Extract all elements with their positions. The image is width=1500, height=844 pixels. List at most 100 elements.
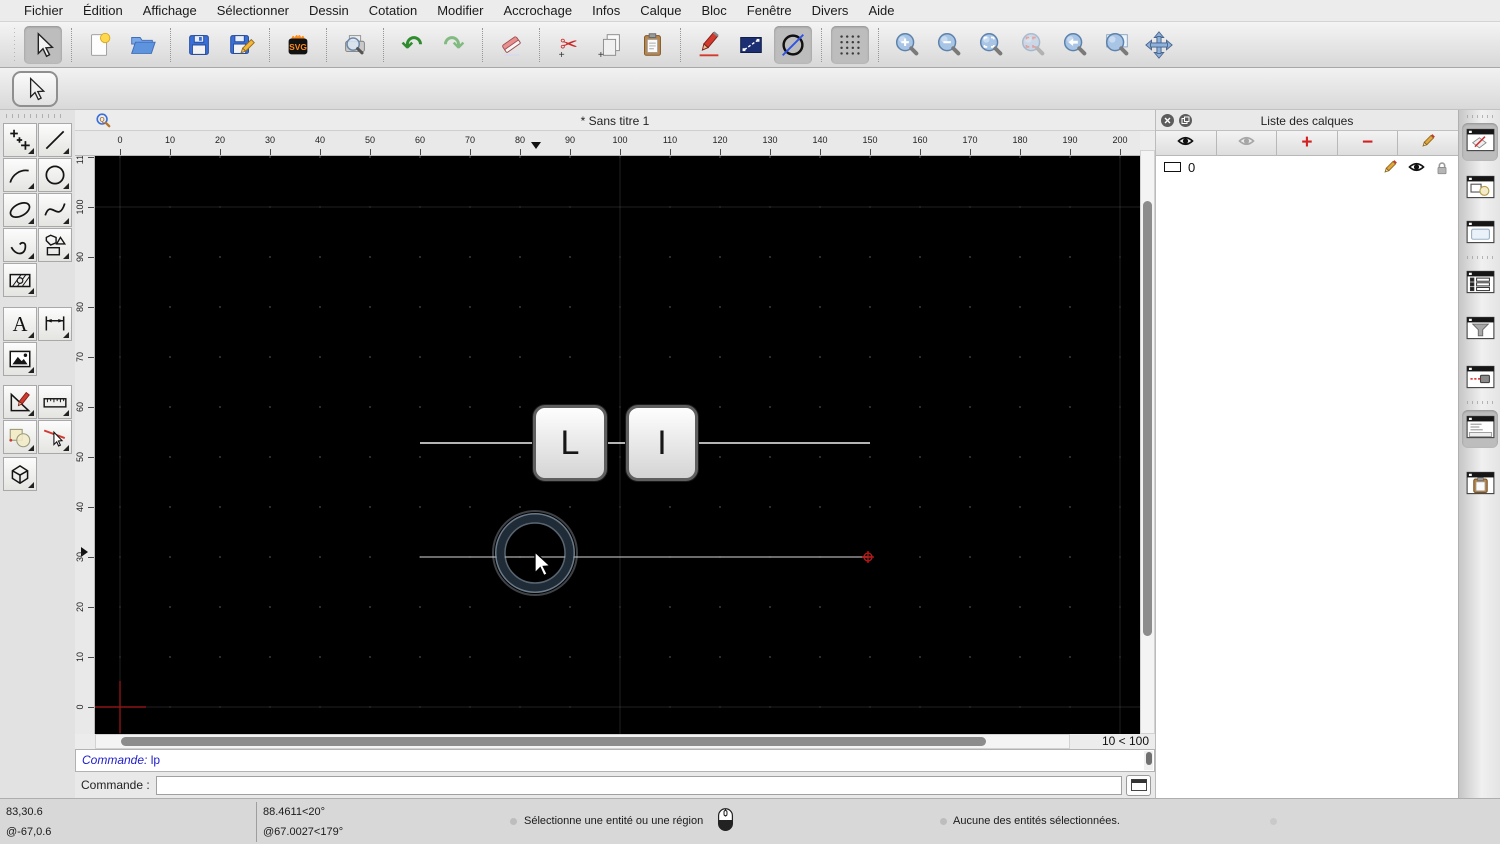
open-file-button[interactable] bbox=[123, 26, 161, 64]
horizontal-scrollbar-thumb[interactable] bbox=[121, 737, 986, 746]
spline-tool-button[interactable] bbox=[38, 193, 72, 227]
menu-modifier[interactable]: Modifier bbox=[427, 3, 493, 18]
dimension-tool-button[interactable] bbox=[38, 307, 72, 341]
command-history-scrollbar[interactable] bbox=[1144, 751, 1153, 770]
vertical-scrollbar-thumb[interactable] bbox=[1143, 201, 1152, 636]
snap-select-tool-button[interactable] bbox=[38, 420, 72, 454]
ruler-label: 60 bbox=[75, 402, 85, 413]
points-tool-button[interactable] bbox=[3, 123, 37, 157]
svg-export-button[interactable]: SVG bbox=[279, 26, 317, 64]
menu-affichage[interactable]: Affichage bbox=[133, 3, 207, 18]
menu-bloc[interactable]: Bloc bbox=[691, 3, 736, 18]
misc-draw-tool-button[interactable] bbox=[3, 385, 37, 419]
layer-row[interactable]: 0 bbox=[1156, 156, 1458, 178]
menu-fenetre[interactable]: Fenêtre bbox=[737, 3, 802, 18]
ruler-tick bbox=[88, 357, 94, 358]
ruler-tick bbox=[88, 657, 94, 658]
eraser-button[interactable] bbox=[492, 26, 530, 64]
ruler-tick bbox=[88, 157, 94, 158]
zoom-auto-button[interactable] bbox=[972, 26, 1010, 64]
layer-lock-icon[interactable] bbox=[1434, 160, 1450, 175]
modify-tool-button[interactable] bbox=[3, 420, 37, 454]
dock-drag-handle[interactable] bbox=[1467, 115, 1493, 118]
block-list-toggle-button[interactable] bbox=[1462, 170, 1498, 208]
zoom-selection-button[interactable] bbox=[1014, 26, 1052, 64]
line-box-button[interactable] bbox=[732, 26, 770, 64]
library-browser-toggle-button[interactable] bbox=[1462, 215, 1498, 253]
menu-selectionner[interactable]: Sélectionner bbox=[207, 3, 299, 18]
menu-calque[interactable]: Calque bbox=[630, 3, 691, 18]
save-as-button[interactable] bbox=[222, 26, 260, 64]
menu-cotation[interactable]: Cotation bbox=[359, 3, 427, 18]
layer-visibility-button[interactable] bbox=[1407, 159, 1426, 175]
redo-button[interactable]: ↷ bbox=[435, 26, 473, 64]
circle-tool-button[interactable] bbox=[38, 158, 72, 192]
pen-settings-toggle-button[interactable] bbox=[1462, 360, 1498, 398]
zoom-out-button[interactable] bbox=[930, 26, 968, 64]
pan-button[interactable] bbox=[1140, 26, 1178, 64]
command-input[interactable] bbox=[155, 775, 1122, 795]
command-history-scrollbar-thumb[interactable] bbox=[1145, 752, 1152, 765]
copy-button[interactable]: + bbox=[591, 26, 629, 64]
block-list-toggle-icon bbox=[1466, 175, 1495, 204]
zoom-out-icon bbox=[937, 32, 961, 55]
line-tool-button[interactable] bbox=[38, 123, 72, 157]
menu-aide[interactable]: Aide bbox=[858, 3, 904, 18]
ruler-label: 160 bbox=[912, 135, 928, 145]
draw-pencil-button[interactable] bbox=[690, 26, 728, 64]
polyline-tool-button[interactable] bbox=[3, 228, 37, 262]
cut-button[interactable]: ✂ + bbox=[549, 26, 587, 64]
edit-layer-button[interactable] bbox=[1398, 131, 1458, 155]
text-tool-button[interactable]: A bbox=[3, 307, 37, 341]
svg-text:SVG: SVG bbox=[289, 42, 307, 52]
grid-toggle-button[interactable] bbox=[831, 25, 869, 64]
clipboard-toggle-button[interactable] bbox=[1462, 466, 1498, 504]
solid-3d-tool-button[interactable] bbox=[3, 457, 37, 491]
points-tool-icon bbox=[10, 129, 30, 150]
drawing-canvas[interactable]: L I bbox=[95, 156, 1140, 734]
zoom-previous-button[interactable] bbox=[1056, 26, 1094, 64]
menu-dessin[interactable]: Dessin bbox=[299, 3, 359, 18]
command-line-toggle-button[interactable] bbox=[1462, 410, 1498, 448]
hide-all-layers-button[interactable] bbox=[1217, 131, 1278, 155]
command-window-button[interactable] bbox=[1126, 774, 1151, 796]
secondary-toolbar bbox=[0, 68, 1500, 110]
ruler-tick bbox=[88, 507, 94, 508]
menu-edition[interactable]: Édition bbox=[73, 3, 133, 18]
save-button[interactable] bbox=[180, 26, 218, 64]
new-document-button[interactable] bbox=[81, 26, 119, 64]
dock-separator bbox=[1467, 256, 1493, 259]
toolbar-drag-handle[interactable] bbox=[12, 27, 18, 62]
property-editor-toggle-button[interactable] bbox=[1462, 265, 1498, 303]
selection-tool-button[interactable] bbox=[12, 70, 58, 107]
show-all-layers-button[interactable] bbox=[1156, 131, 1217, 155]
selection-filter-toggle-button[interactable] bbox=[1462, 311, 1498, 349]
vertical-scrollbar[interactable] bbox=[1140, 150, 1155, 734]
selection-arrow-button[interactable] bbox=[24, 25, 62, 64]
undo-button[interactable]: ↶ bbox=[393, 26, 431, 64]
menu-accrochage[interactable]: Accrochage bbox=[493, 3, 582, 18]
image-tool-button[interactable] bbox=[3, 342, 37, 376]
ellipse-tool-button[interactable] bbox=[3, 193, 37, 227]
layer-name: 0 bbox=[1188, 159, 1196, 175]
add-layer-button[interactable]: + bbox=[1277, 131, 1338, 155]
menu-divers[interactable]: Divers bbox=[802, 3, 859, 18]
layer-edit-button[interactable] bbox=[1381, 158, 1399, 176]
shapes-tool-button[interactable] bbox=[38, 228, 72, 262]
horizontal-scrollbar[interactable] bbox=[95, 734, 1070, 749]
layer-list-toggle-button[interactable] bbox=[1462, 123, 1498, 161]
print-preview-button[interactable] bbox=[336, 26, 374, 64]
arc-tool-button[interactable] bbox=[3, 158, 37, 192]
layer-color-swatch bbox=[1164, 162, 1181, 172]
menu-infos[interactable]: Infos bbox=[582, 3, 630, 18]
menu-fichier[interactable]: Fichier bbox=[14, 3, 73, 18]
measure-tool-button[interactable] bbox=[38, 385, 72, 419]
circle-slash-button[interactable] bbox=[774, 25, 812, 64]
zoom-in-button[interactable] bbox=[888, 26, 926, 64]
zoom-window-button[interactable] bbox=[1098, 26, 1136, 64]
hatch-tool-button[interactable] bbox=[3, 263, 37, 297]
palette-drag-handle[interactable] bbox=[6, 114, 66, 118]
print-preview-icon bbox=[345, 34, 365, 54]
remove-layer-button[interactable]: − bbox=[1338, 131, 1399, 155]
paste-button[interactable] bbox=[633, 26, 671, 64]
